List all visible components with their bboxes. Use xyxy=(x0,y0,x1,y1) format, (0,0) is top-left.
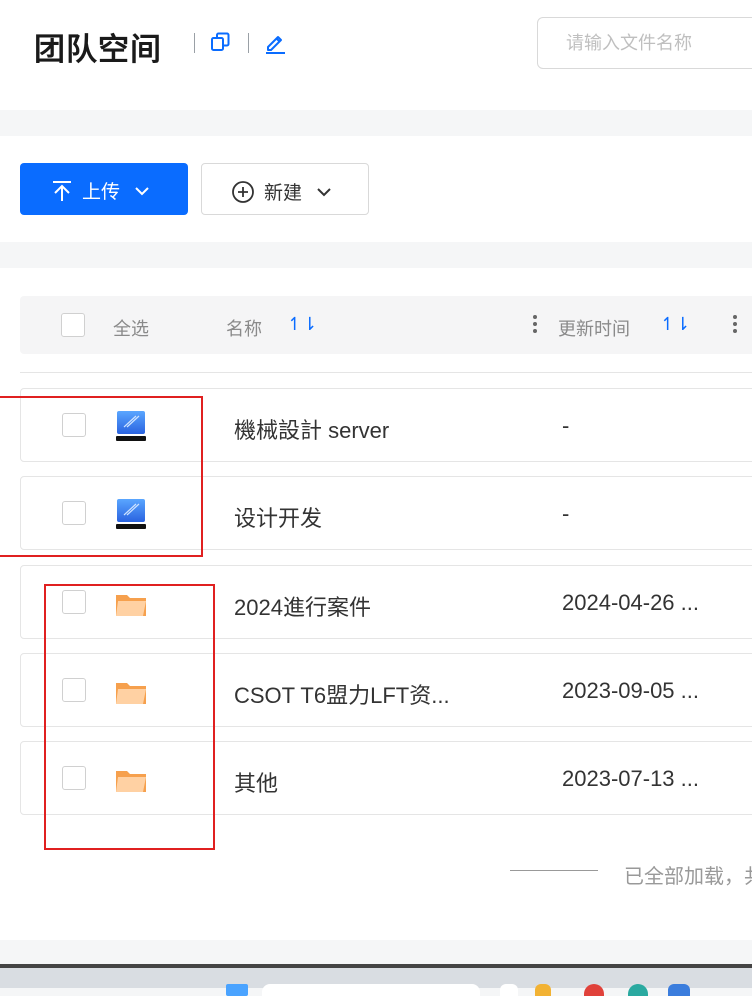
column-menu-icon[interactable] xyxy=(732,315,738,337)
table-row[interactable]: 其他 2023-07-13 ... xyxy=(20,741,752,815)
file-name[interactable]: 2024進行案件 xyxy=(234,590,371,622)
file-name[interactable]: 设计开发 xyxy=(234,501,322,533)
edit-icon[interactable] xyxy=(263,30,287,54)
row-checkbox[interactable] xyxy=(62,501,86,525)
column-updated-header[interactable]: 更新时间 xyxy=(558,315,630,341)
page-header: 团队空间 xyxy=(0,0,752,110)
app-icon[interactable] xyxy=(668,984,690,996)
file-updated: - xyxy=(562,501,570,526)
app-icon[interactable] xyxy=(628,984,648,996)
app-icon[interactable] xyxy=(500,984,518,996)
file-list-panel: 全选 名称 ↿⇂ 更新时间 ↿⇂ 機械設計 server - 设计开发 - 20… xyxy=(0,268,752,940)
drive-icon xyxy=(116,499,146,529)
windows-icon[interactable] xyxy=(226,984,248,996)
sort-updated-icon[interactable]: ↿⇂ xyxy=(660,314,690,335)
file-name[interactable]: CSOT T6盟力LFT资... xyxy=(234,678,450,710)
column-menu-icon[interactable] xyxy=(532,315,538,337)
table-row[interactable]: 2024進行案件 2024-04-26 ... xyxy=(20,565,752,639)
chevron-down-icon xyxy=(135,186,149,195)
drive-icon xyxy=(116,411,146,441)
file-updated: 2023-07-13 ... xyxy=(562,766,699,791)
table-row[interactable]: 设计开发 - xyxy=(20,476,752,550)
taskbar xyxy=(0,964,752,996)
divider xyxy=(510,870,598,871)
folder-icon xyxy=(116,595,146,616)
file-name[interactable]: 其他 xyxy=(234,766,278,798)
chevron-down-icon xyxy=(317,187,331,196)
plus-circle-icon xyxy=(232,180,254,203)
row-checkbox[interactable] xyxy=(62,766,86,790)
divider xyxy=(20,372,752,373)
page-title: 团队空间 xyxy=(34,32,162,67)
copy-icon[interactable] xyxy=(208,30,232,54)
sort-name-icon[interactable]: ↿⇂ xyxy=(287,314,317,335)
load-status: 已全部加载，共 xyxy=(624,866,752,888)
file-updated: 2024-04-26 ... xyxy=(562,590,699,615)
upload-icon xyxy=(53,180,71,201)
search-input[interactable] xyxy=(564,32,752,55)
table-row[interactable]: CSOT T6盟力LFT资... 2023-09-05 ... xyxy=(20,653,752,727)
taskbar-search[interactable] xyxy=(262,984,480,996)
toolbar: 上传 新建 xyxy=(0,136,752,242)
column-name-header[interactable]: 名称 xyxy=(226,315,262,341)
new-label: 新建 xyxy=(264,183,303,204)
app-icon[interactable] xyxy=(535,984,551,996)
file-updated: 2023-09-05 ... xyxy=(562,678,699,703)
upload-button[interactable]: 上传 xyxy=(20,163,188,215)
table-row[interactable]: 機械設計 server - xyxy=(20,388,752,462)
file-updated: - xyxy=(562,413,570,438)
row-checkbox[interactable] xyxy=(62,590,86,614)
select-all-checkbox[interactable] xyxy=(61,313,85,337)
folder-icon xyxy=(116,771,146,792)
folder-icon xyxy=(116,683,146,704)
divider xyxy=(194,33,195,53)
row-checkbox[interactable] xyxy=(62,678,86,702)
select-all-label[interactable]: 全选 xyxy=(113,315,149,341)
search-box[interactable] xyxy=(537,17,752,69)
divider xyxy=(248,33,249,53)
app-icon[interactable] xyxy=(584,984,604,996)
table-header: 全选 名称 ↿⇂ 更新时间 ↿⇂ xyxy=(20,296,752,354)
new-button[interactable]: 新建 xyxy=(201,163,369,215)
upload-label: 上传 xyxy=(82,182,121,203)
row-checkbox[interactable] xyxy=(62,413,86,437)
file-name[interactable]: 機械設計 server xyxy=(234,413,389,445)
